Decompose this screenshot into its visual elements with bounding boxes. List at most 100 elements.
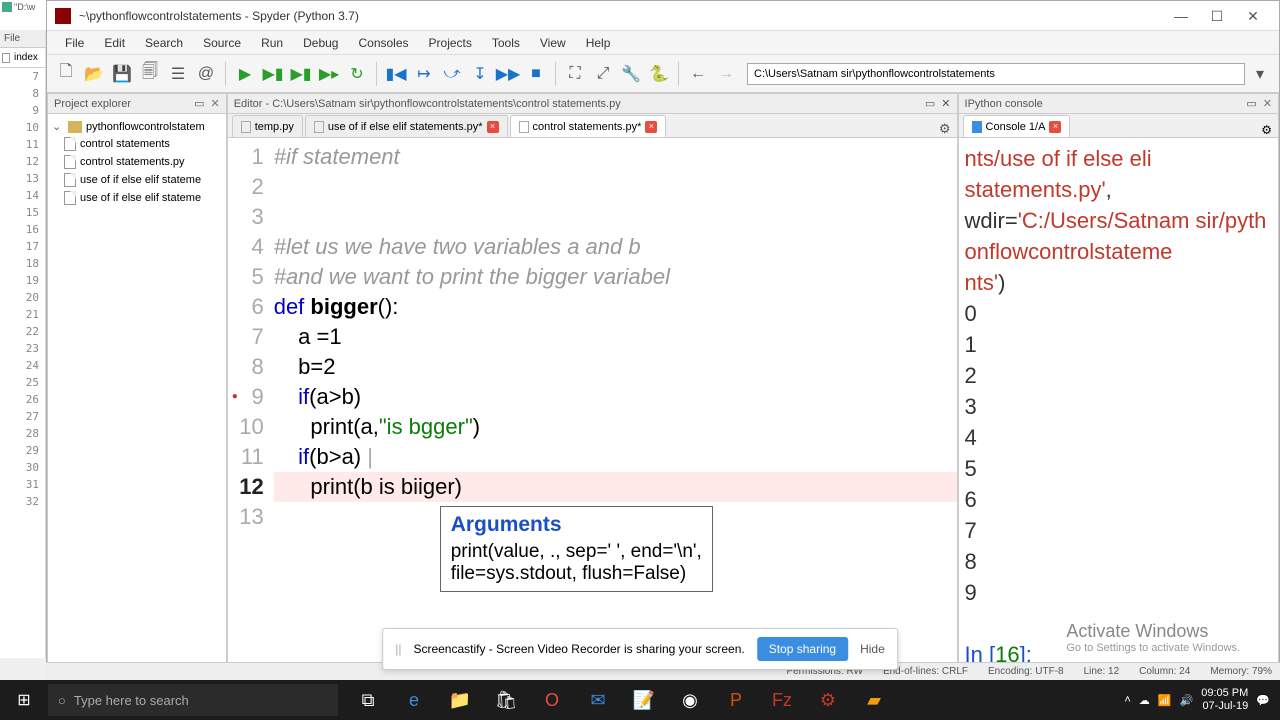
close-pane-icon[interactable]: ✕ <box>1263 98 1272 110</box>
screencast-banner: || Screencastify - Screen Video Recorder… <box>382 628 898 670</box>
start-button[interactable]: ⊞ <box>0 680 48 720</box>
menu-search[interactable]: Search <box>135 36 193 50</box>
python-path-icon[interactable]: 🐍 <box>646 61 672 87</box>
file-icon <box>64 173 76 187</box>
editor-path-label: Editor - C:\Users\Satnam sir\pythonflowc… <box>234 98 621 110</box>
line-number-gutter: 12345678910111213 <box>228 138 274 677</box>
volume-icon[interactable]: 🔊 <box>1180 694 1194 707</box>
explorer-icon[interactable]: 📁 <box>438 680 482 720</box>
chrome-icon[interactable]: ◉ <box>668 680 712 720</box>
pane-options-icon[interactable]: ▭ <box>1246 98 1256 110</box>
background-window-title: "D:\w <box>0 0 46 30</box>
tab-close-icon[interactable]: × <box>487 121 499 133</box>
console-output[interactable]: nts/use of if else eli statements.py', w… <box>959 138 1278 677</box>
maximize-button[interactable]: ☐ <box>1199 2 1235 30</box>
tray-chevron-icon[interactable]: ˄ <box>1124 694 1130 706</box>
path-dropdown-icon[interactable]: ▾ <box>1247 61 1273 87</box>
menu-help[interactable]: Help <box>576 36 621 50</box>
menu-run[interactable]: Run <box>251 36 293 50</box>
toolbar: 🗋 📂 💾 🗐 ☰ @ ▶ ▶▮ ▶▮ ▶▸ ↻ ▮◀ ↦ ⤻ ↧ ▶▶ ■ ⛶… <box>47 55 1279 93</box>
debug-over-icon[interactable]: ⤻ <box>439 61 465 87</box>
save-icon[interactable]: 💾 <box>109 61 135 87</box>
new-file-icon[interactable]: 🗋 <box>53 61 79 87</box>
menu-source[interactable]: Source <box>193 36 251 50</box>
stop-sharing-button[interactable]: Stop sharing <box>757 637 848 661</box>
hide-button[interactable]: Hide <box>860 642 885 656</box>
close-button[interactable]: ✕ <box>1235 2 1271 30</box>
project-explorer-title: Project explorer <box>54 98 131 110</box>
code-editor[interactable]: 12345678910111213 #if statement #let us … <box>228 138 957 677</box>
notification-icon[interactable]: 💬 <box>1256 694 1270 707</box>
filezilla-icon[interactable]: Fz <box>760 680 804 720</box>
tab-close-icon[interactable]: × <box>645 121 657 133</box>
preferences-icon[interactable]: 🔧 <box>618 61 644 87</box>
spyder-taskbar-icon[interactable]: ⚙ <box>806 680 850 720</box>
tree-file-item[interactable]: use of if else elif stateme <box>52 171 222 189</box>
menu-tools[interactable]: Tools <box>482 36 530 50</box>
close-pane-icon[interactable]: ✕ <box>941 98 950 110</box>
store-icon[interactable]: 🛍 <box>484 680 528 720</box>
wifi-icon[interactable]: 📶 <box>1158 694 1172 707</box>
run-selection-icon[interactable]: ▶▸ <box>316 61 342 87</box>
tree-file-item[interactable]: control statements.py <box>52 153 222 171</box>
run-icon[interactable]: ▶ <box>232 61 258 87</box>
rerun-icon[interactable]: ↻ <box>344 61 370 87</box>
tooltip-title: Arguments <box>451 513 702 537</box>
edge-icon[interactable]: e <box>392 680 436 720</box>
menu-edit[interactable]: Edit <box>94 36 135 50</box>
fullscreen-icon[interactable]: ⤢ <box>590 61 616 87</box>
console-tab[interactable]: Console 1/A× <box>963 115 1071 137</box>
menu-debug[interactable]: Debug <box>293 36 348 50</box>
notepad-icon[interactable]: 📝 <box>622 680 666 720</box>
list-icon[interactable]: ☰ <box>165 61 191 87</box>
pane-options-icon[interactable]: ▭ <box>925 98 935 110</box>
console-title: IPython console <box>965 98 1043 110</box>
task-view-icon[interactable]: ⧉ <box>346 680 390 720</box>
onedrive-icon[interactable]: ☁ <box>1139 694 1150 707</box>
pane-options-icon[interactable]: ▭ <box>194 98 204 110</box>
file-icon <box>314 121 324 133</box>
gear-icon[interactable]: ⚙ <box>1261 123 1272 137</box>
menu-view[interactable]: View <box>530 36 576 50</box>
powerpoint-icon[interactable]: P <box>714 680 758 720</box>
tab-close-icon[interactable]: × <box>1049 121 1061 133</box>
tree-file-item[interactable]: use of if else elif stateme <box>52 189 222 207</box>
editor-tab-active[interactable]: control statements.py*× <box>510 115 667 137</box>
debug-play-icon[interactable]: ↦ <box>411 61 437 87</box>
menubar: File Edit Search Source Run Debug Consol… <box>47 31 1279 55</box>
open-file-icon[interactable]: 📂 <box>81 61 107 87</box>
menu-consoles[interactable]: Consoles <box>348 36 418 50</box>
editor-tab[interactable]: use of if else elif statements.py*× <box>305 115 508 137</box>
forward-icon[interactable]: → <box>713 61 739 87</box>
debug-into-icon[interactable]: ↧ <box>467 61 493 87</box>
working-dir-input[interactable] <box>747 63 1245 85</box>
minimize-button[interactable]: — <box>1163 2 1199 30</box>
code-body[interactable]: #if statement #let us we have two variab… <box>274 138 957 677</box>
sublime-icon[interactable]: ▰ <box>852 680 896 720</box>
menu-file[interactable]: File <box>55 36 94 50</box>
tooltip-body: file=sys.stdout, flush=False) <box>451 563 702 585</box>
debug-continue-icon[interactable]: ▶▶ <box>495 61 521 87</box>
back-icon[interactable]: ← <box>685 61 711 87</box>
save-all-icon[interactable]: 🗐 <box>137 61 163 87</box>
project-root-folder[interactable]: ⌄ pythonflowcontrolstatem <box>52 118 222 135</box>
gear-icon[interactable]: ⚙ <box>939 121 951 137</box>
menu-projects[interactable]: Projects <box>419 36 482 50</box>
ipython-console-panel: IPython console ▭ ✕ Console 1/A× ⚙ nts/us… <box>958 93 1279 678</box>
run-cell-icon[interactable]: ▶▮ <box>260 61 286 87</box>
opera-icon[interactable]: O <box>530 680 574 720</box>
debug-stop-icon[interactable]: ■ <box>523 61 549 87</box>
arguments-tooltip: Arguments print(value, ., sep=' ', end='… <box>440 506 713 592</box>
tree-file-item[interactable]: control statements <box>52 135 222 153</box>
system-tray[interactable]: ˄ ☁ 📶 🔊 09:05 PM 07-Jul-19 💬 <box>1114 687 1280 713</box>
file-icon <box>64 191 76 205</box>
taskbar-search[interactable]: ○ Type here to search <box>48 684 338 716</box>
run-cell-advance-icon[interactable]: ▶▮ <box>288 61 314 87</box>
close-pane-icon[interactable]: ✕ <box>210 98 219 110</box>
editor-tab[interactable]: temp.py <box>232 115 303 137</box>
taskbar-clock[interactable]: 09:05 PM 07-Jul-19 <box>1201 687 1248 713</box>
debug-step-icon[interactable]: ▮◀ <box>383 61 409 87</box>
at-icon[interactable]: @ <box>193 61 219 87</box>
mail-icon[interactable]: ✉ <box>576 680 620 720</box>
maximize-pane-icon[interactable]: ⛶ <box>562 61 588 87</box>
